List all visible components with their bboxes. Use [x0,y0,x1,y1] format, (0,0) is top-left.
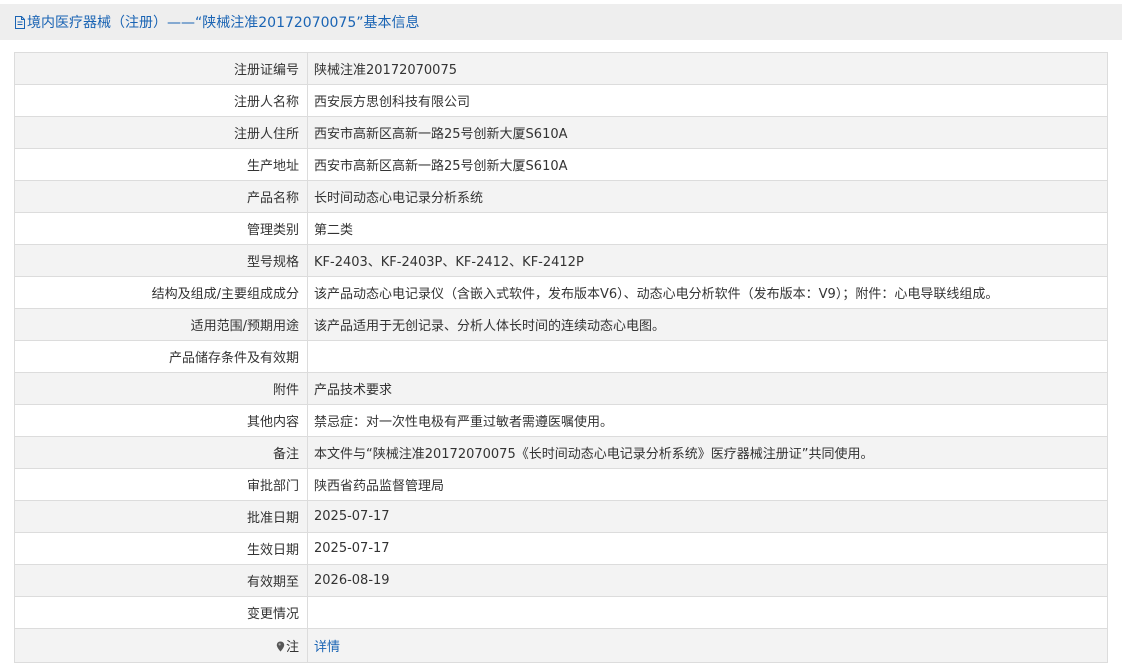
field-value: 长时间动态心电记录分析系统 [307,180,1108,213]
page-title-bar: 境内医疗器械（注册）——“陕械注准20172070075”基本信息 [0,4,1122,40]
note-row: 注详情 [14,628,1108,663]
field-value: 第二类 [307,212,1108,245]
field-value: 西安市高新区高新一路25号创新大厦S610A [307,116,1108,149]
field-label: 有效期至 [14,564,308,597]
field-label: 产品名称 [14,180,308,213]
table-row: 变更情况 [14,596,1108,629]
field-label: 适用范围/预期用途 [14,308,308,341]
field-label: 产品储存条件及有效期 [14,340,308,373]
table-row: 注册人住所 西安市高新区高新一路25号创新大厦S610A [14,116,1108,149]
table-row: 备注 本文件与“陕械注准20172070075《长时间动态心电记录分析系统》医疗器… [14,436,1108,469]
field-label: 备注 [14,436,308,469]
table-row: 结构及组成/主要组成成分 该产品动态心电记录仪（含嵌入式软件，发布版本V6）、动态… [14,276,1108,309]
field-value [307,340,1108,373]
field-value: 2025-07-17 [307,532,1108,565]
field-label: 型号规格 [14,244,308,277]
field-label: 变更情况 [14,596,308,629]
field-value: 陕械注准20172070075 [307,52,1108,85]
field-label: 其他内容 [14,404,308,437]
note-label-cell: 注 [14,628,308,663]
field-label: 生效日期 [14,532,308,565]
field-value: 2025-07-17 [307,500,1108,533]
page-title: 境内医疗器械（注册）——“陕械注准20172070075”基本信息 [27,15,420,31]
table-row: 其他内容 禁忌症：对一次性电极有严重过敏者需遵医嘱使用。 [14,404,1108,437]
field-label: 批准日期 [14,500,308,533]
field-value: 禁忌症：对一次性电极有严重过敏者需遵医嘱使用。 [307,404,1108,437]
field-value: 陕西省药品监督管理局 [307,468,1108,501]
table-row: 产品储存条件及有效期 [14,340,1108,373]
info-table: 注册证编号 陕械注准20172070075 注册人名称 西安辰方思创科技有限公司 注册人… [14,52,1108,663]
field-label: 管理类别 [14,212,308,245]
field-label: 生产地址 [14,148,308,181]
field-value: 2026-08-19 [307,564,1108,597]
note-value-cell: 详情 [307,628,1108,663]
table-row: 管理类别 第二类 [14,212,1108,245]
details-link[interactable]: 详情 [314,640,340,655]
field-value: 本文件与“陕械注准20172070075《长时间动态心电记录分析系统》医疗器械注… [307,436,1108,469]
table-row: 注册证编号 陕械注准20172070075 [14,52,1108,85]
field-value: 西安辰方思创科技有限公司 [307,84,1108,117]
field-label: 附件 [14,372,308,405]
field-label: 注册人名称 [14,84,308,117]
table-row: 注册人名称 西安辰方思创科技有限公司 [14,84,1108,117]
field-value: 该产品适用于无创记录、分析人体长时间的连续动态心电图。 [307,308,1108,341]
table-row: 产品名称 长时间动态心电记录分析系统 [14,180,1108,213]
table-row: 适用范围/预期用途 该产品适用于无创记录、分析人体长时间的连续动态心电图。 [14,308,1108,341]
field-label: 注册证编号 [14,52,308,85]
table-row: 附件 产品技术要求 [14,372,1108,405]
table-row: 生产地址 西安市高新区高新一路25号创新大厦S610A [14,148,1108,181]
field-value: 产品技术要求 [307,372,1108,405]
field-label: 结构及组成/主要组成成分 [14,276,308,309]
table-row: 有效期至 2026-08-19 [14,564,1108,597]
map-pin-icon [276,641,285,652]
table-row: 审批部门 陕西省药品监督管理局 [14,468,1108,501]
table-row: 生效日期 2025-07-17 [14,532,1108,565]
field-label: 审批部门 [14,468,308,501]
table-row: 批准日期 2025-07-17 [14,500,1108,533]
field-value: 西安市高新区高新一路25号创新大厦S610A [307,148,1108,181]
document-icon [15,15,25,29]
field-value: 该产品动态心电记录仪（含嵌入式软件，发布版本V6）、动态心电分析软件（发布版本：… [307,276,1108,309]
field-value [307,596,1108,629]
field-value: KF-2403、KF-2403P、KF-2412、KF-2412P [307,244,1108,277]
field-label: 注册人住所 [14,116,308,149]
note-label: 注 [285,640,299,655]
table-row: 型号规格 KF-2403、KF-2403P、KF-2412、KF-2412P [14,244,1108,277]
